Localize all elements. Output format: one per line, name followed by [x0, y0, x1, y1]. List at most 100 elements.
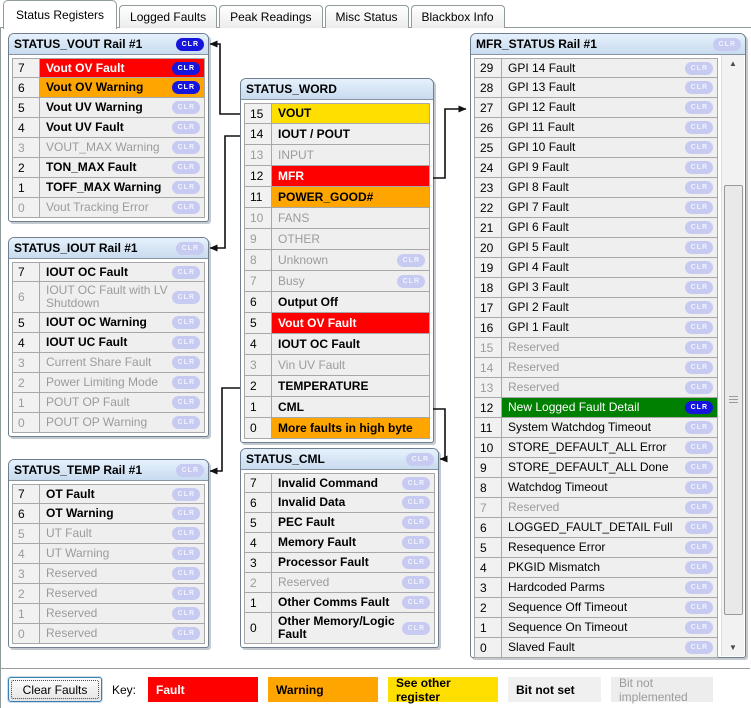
bit-label: POUT OP Warning — [46, 415, 148, 429]
bit-label: Reserved — [508, 340, 560, 354]
bit-label: MFR — [278, 168, 304, 183]
bit-label: VOUT — [278, 106, 312, 120]
bit-row-body: FANS — [272, 208, 429, 228]
bit-row: 5 PEC Fault CLR — [244, 513, 435, 533]
bit-row-body: PKGID Mismatch CLR — [502, 558, 717, 577]
bit-row-body: Reserved CLR — [40, 624, 204, 643]
clr-button: CLR — [171, 627, 200, 640]
bit-number: 1 — [245, 397, 272, 417]
bit-number: 14 — [475, 358, 502, 377]
bit-label: GPI 1 Fault — [508, 320, 569, 334]
bit-number: 7 — [13, 485, 40, 503]
bit-number: 17 — [475, 298, 502, 317]
bit-label: GPI 6 Fault — [508, 220, 569, 234]
bit-number: 1 — [13, 604, 40, 623]
bit-number: 0 — [13, 198, 40, 217]
clr-button: CLR — [401, 516, 430, 529]
bit-row: 7 Vout OV Fault CLR — [12, 58, 205, 78]
status-vout-panel: STATUS_VOUT Rail #1 CLR 7 Vout OV Fault CLR 6… — [8, 33, 209, 222]
tab-misc-status[interactable]: Misc Status — [324, 5, 409, 28]
bit-number: 8 — [475, 478, 502, 497]
bit-row-body: Vout Tracking Error CLR — [40, 198, 204, 217]
tab-peak-readings[interactable]: Peak Readings — [219, 5, 323, 28]
bit-row-body: Vout UV Fault CLR — [40, 118, 204, 137]
bit-label: IOUT UC Fault — [46, 335, 128, 349]
bit-row: 12 MFR — [244, 166, 430, 187]
bit-row-body: Reserved CLR — [502, 338, 717, 357]
bit-label: PKGID Mismatch — [508, 560, 601, 574]
bit-number: 19 — [475, 258, 502, 277]
color-key: Key: Fault Warning See other register Bit n… — [112, 676, 723, 704]
bit-row-body: IOUT OC Fault CLR — [40, 263, 204, 281]
bit-number: 4 — [475, 558, 502, 577]
clear-faults-button[interactable]: Clear Faults — [8, 677, 102, 702]
clr-button[interactable]: CLR — [171, 61, 200, 75]
scrollbar-thumb[interactable] — [724, 185, 743, 615]
bit-label: Processor Fault — [278, 555, 369, 569]
scrollbar-up-icon[interactable]: ▲ — [722, 55, 744, 72]
tab-blackbox-info[interactable]: Blackbox Info — [410, 5, 505, 28]
bit-number: 22 — [475, 198, 502, 217]
bit-row: 0 Reserved CLR — [12, 624, 205, 644]
clr-button: CLR — [401, 556, 430, 569]
bit-number: 15 — [245, 104, 272, 123]
clr-button: CLR — [684, 481, 713, 494]
bit-label: IOUT OC Fault — [46, 264, 128, 279]
panel-header: MFR_STATUS Rail #1 CLR — [471, 34, 745, 55]
bit-row-body: Sequence Off Timeout CLR — [502, 598, 717, 617]
clr-button: CLR — [684, 281, 713, 294]
scrollbar-down-icon[interactable]: ▼ — [722, 639, 744, 656]
bit-label: Slaved Fault — [508, 640, 575, 654]
panel-header: STATUS_VOUT Rail #1 CLR — [9, 34, 208, 55]
bit-row: 1 TOFF_MAX Warning CLR — [12, 178, 205, 198]
bit-row: 3 Hardcoded Parms CLR — [474, 578, 718, 598]
bit-row-body: POUT OP Warning CLR — [40, 413, 204, 432]
bit-number: 24 — [475, 158, 502, 177]
bit-number: 6 — [475, 518, 502, 537]
bit-label: LOGGED_FAULT_DETAIL Full — [508, 520, 673, 534]
clr-button[interactable]: CLR — [171, 81, 200, 94]
tab-logged-faults[interactable]: Logged Faults — [119, 5, 218, 28]
clr-button: CLR — [171, 527, 200, 540]
clr-button: CLR — [684, 261, 713, 274]
bit-label: Vout OV Fault — [46, 60, 125, 75]
bit-number: 10 — [475, 438, 502, 457]
bit-list: 7 OT Fault CLR 6 OT Warning CLR 5 UT Fault CLR 4 U… — [9, 481, 208, 647]
bit-row-body: CML — [272, 397, 429, 417]
bit-row: 7 Busy CLR — [244, 271, 430, 292]
panel-title: STATUS_TEMP Rail #1 — [14, 463, 143, 477]
scrollbar-grip-icon — [729, 396, 738, 405]
bit-list: 7 Invalid Command CLR 6 Invalid Data CLR 5 PEC … — [241, 470, 438, 647]
bit-label: OT Warning — [46, 506, 114, 520]
bit-row-body: GPI 10 Fault CLR — [502, 138, 717, 157]
bit-row: 6 Output Off — [244, 292, 430, 313]
bit-row: 5 Resequence Error CLR — [474, 538, 718, 558]
bit-row: 2 TEMPERATURE — [244, 376, 430, 397]
bit-number: 5 — [245, 513, 272, 532]
bit-row: 25 GPI 10 Fault CLR — [474, 138, 718, 158]
bit-number: 10 — [245, 208, 272, 228]
clr-button: CLR — [684, 341, 713, 354]
clr-button: CLR — [171, 376, 200, 389]
bit-row-body: Processor Fault CLR — [272, 553, 434, 572]
clr-button[interactable]: CLR — [684, 401, 713, 414]
bit-row: 2 Sequence Off Timeout CLR — [474, 598, 718, 618]
bit-row: 29 GPI 14 Fault CLR — [474, 58, 718, 78]
bit-number: 27 — [475, 98, 502, 117]
bit-row-body: OTHER — [272, 229, 429, 249]
bit-row-body: Memory Fault CLR — [272, 533, 434, 552]
bit-row-body: Current Share Fault CLR — [40, 353, 204, 372]
bit-row-body: Slaved Fault CLR — [502, 638, 717, 657]
bit-row: 2 Reserved CLR — [244, 573, 435, 593]
bit-label: Memory Fault — [278, 535, 357, 549]
bit-number: 7 — [245, 474, 272, 492]
clr-button: CLR — [684, 561, 713, 574]
bit-number: 0 — [13, 624, 40, 643]
bit-row: 2 TON_MAX Fault CLR — [12, 158, 205, 178]
tab-status-registers[interactable]: Status Registers — [3, 0, 118, 29]
clr-button[interactable]: CLR — [175, 37, 204, 51]
bit-row-body: GPI 13 Fault CLR — [502, 78, 717, 97]
clr-button: CLR — [712, 37, 741, 51]
clr-button: CLR — [684, 141, 713, 154]
bit-label: More faults in high byte — [278, 420, 413, 435]
